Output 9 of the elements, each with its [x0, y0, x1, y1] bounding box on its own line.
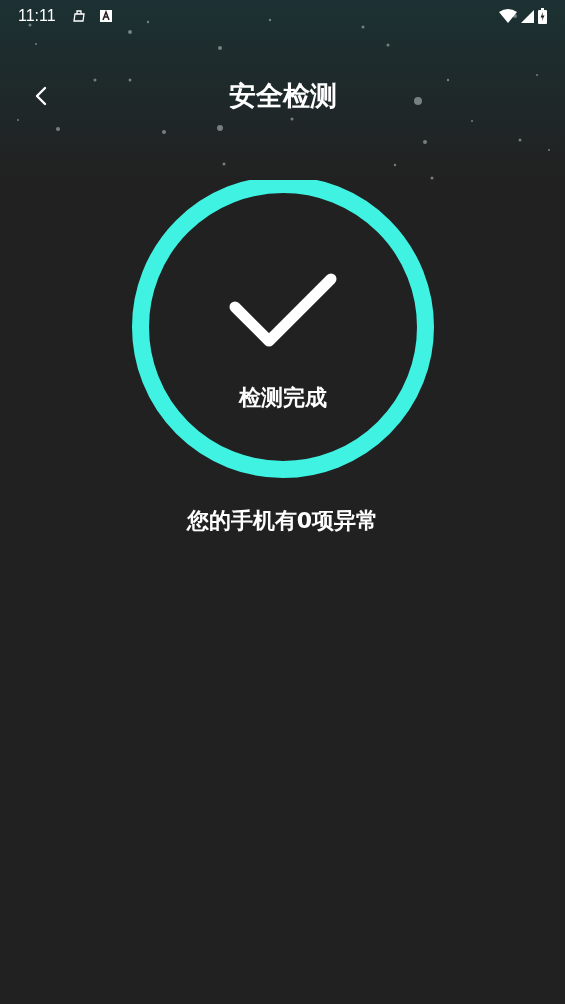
wifi-icon	[499, 9, 517, 23]
checkmark-icon	[228, 273, 337, 349]
page-title: 安全检测	[228, 79, 337, 113]
result-summary: 您的手机有0项异常	[185, 507, 380, 535]
scan-status: 检测完成	[238, 384, 327, 412]
bag-icon	[71, 9, 86, 23]
battery-icon	[538, 8, 547, 24]
status-time: 11:11	[18, 7, 56, 25]
signal-icon	[521, 9, 534, 23]
